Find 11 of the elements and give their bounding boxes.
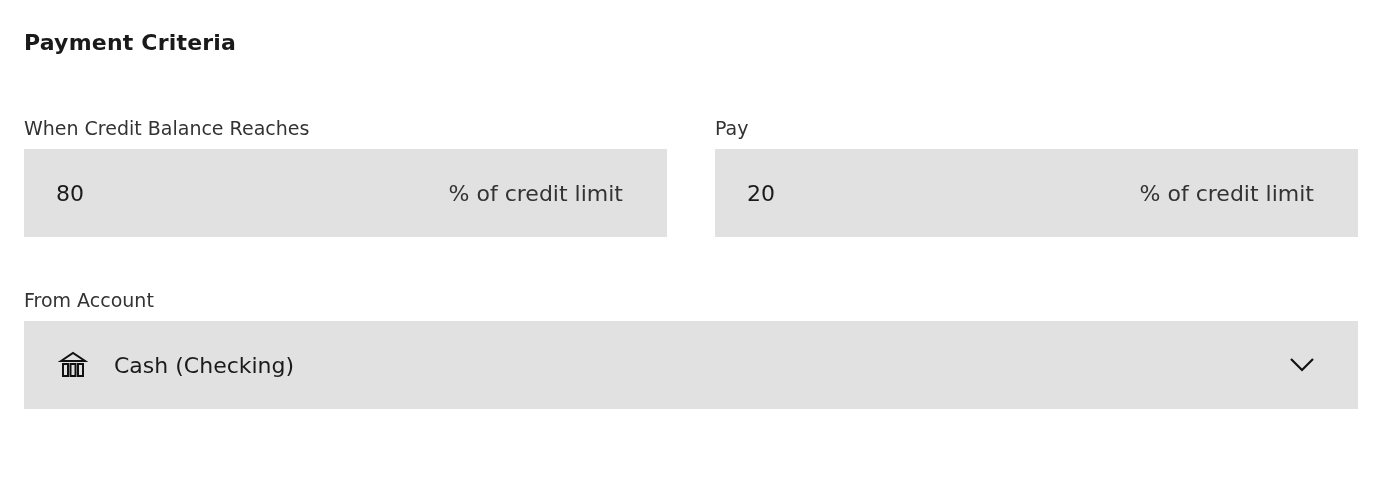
bank-icon xyxy=(58,351,88,379)
section-title: Payment Criteria xyxy=(24,30,238,55)
field-label: Pay xyxy=(715,117,750,139)
field-label: From Account xyxy=(24,289,155,311)
chevron-down-icon xyxy=(1290,358,1314,372)
input-field[interactable]: 20 % of credit limit xyxy=(715,149,1358,237)
field-label: When Credit Balance Reaches xyxy=(24,117,311,139)
input-field[interactable]: 80 % of credit limit xyxy=(24,149,667,237)
unit-suffix: % of credit limit xyxy=(448,180,623,206)
unit-suffix: % of credit limit xyxy=(1139,180,1314,206)
account-dropdown[interactable]: Cash (Checking) xyxy=(24,321,1358,409)
